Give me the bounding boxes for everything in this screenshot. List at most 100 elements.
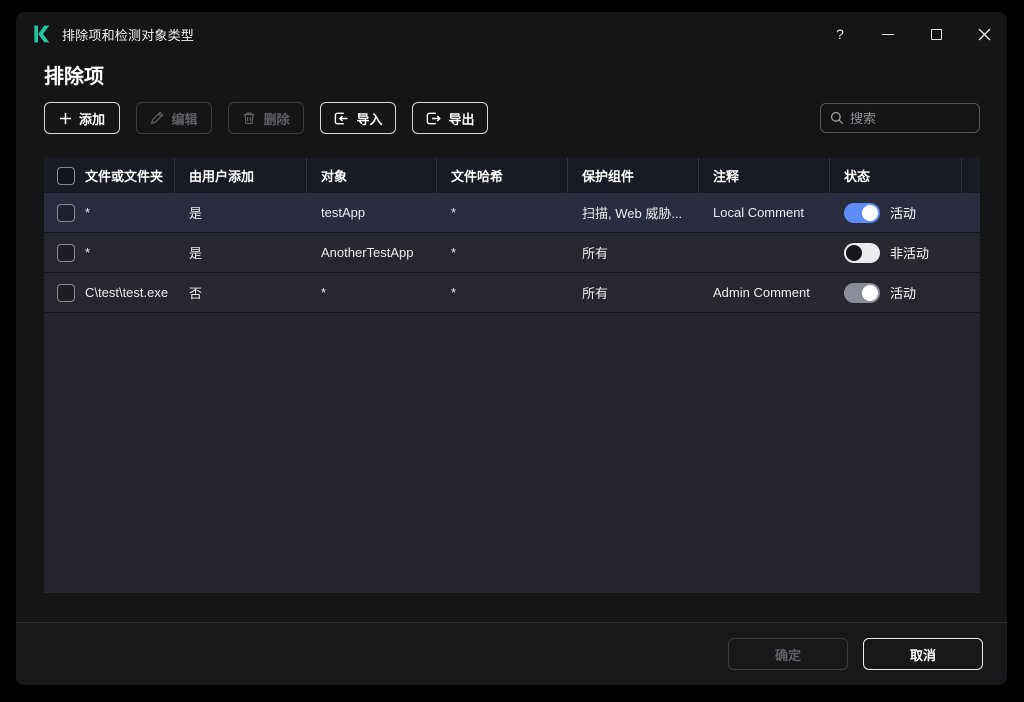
header-protection-components[interactable]: 保护组件: [568, 158, 699, 193]
toggle-knob: [846, 245, 862, 261]
search-icon: [830, 111, 844, 125]
protection-components-value: 扫描, Web 威胁...: [582, 203, 682, 222]
cell-status: 活动: [830, 273, 962, 312]
cell-file-or-folder: *: [44, 193, 175, 232]
cell-status: 非活动: [830, 233, 962, 272]
toggle-knob: [862, 285, 878, 301]
comment-value: Local Comment: [713, 205, 804, 220]
cancel-button[interactable]: 取消: [863, 638, 983, 670]
add-button[interactable]: 添加: [44, 102, 120, 134]
page-title: 排除项: [44, 60, 104, 89]
table-rows: * 是 testApp * 扫描, Web 威胁... Local Comment 活动 * 是…: [44, 193, 980, 313]
header-comment[interactable]: 注释: [699, 158, 830, 193]
cell-file-hash: *: [437, 233, 568, 272]
header-file-or-folder[interactable]: 文件或文件夹: [44, 158, 175, 193]
delete-button[interactable]: 删除: [228, 102, 304, 134]
ok-button-label: 确定: [775, 645, 801, 664]
table-row[interactable]: * 是 AnotherTestApp * 所有 非活动: [44, 233, 980, 273]
file-or-folder-value: *: [85, 205, 90, 220]
header-spacer: [962, 158, 980, 193]
cell-file-hash: *: [437, 193, 568, 232]
row-checkbox[interactable]: [57, 204, 75, 222]
comment-value: Admin Comment: [713, 285, 810, 300]
added-by-user-value: 否: [189, 283, 202, 302]
search-input[interactable]: [850, 111, 965, 126]
object-value: *: [321, 285, 326, 300]
cell-added-by-user: 否: [175, 273, 307, 312]
row-checkbox[interactable]: [57, 284, 75, 302]
add-button-label: 添加: [79, 109, 105, 128]
added-by-user-value: 是: [189, 203, 202, 222]
cell-added-by-user: 是: [175, 193, 307, 232]
file-or-folder-value: *: [85, 245, 90, 260]
cell-protection-components: 扫描, Web 威胁...: [568, 193, 699, 232]
table-row[interactable]: C\test\test.exe 否 * * 所有 Admin Comment 活动: [44, 273, 980, 313]
maximize-icon: [931, 29, 942, 40]
cell-comment: [699, 233, 830, 272]
status-label: 活动: [890, 203, 916, 222]
exclusions-dialog-window: 排除项和检测对象类型 ? 排除项 添加 编辑 删除 导入 导出: [16, 12, 1007, 685]
search-box[interactable]: [820, 103, 980, 133]
protection-components-value: 所有: [582, 283, 608, 302]
status-toggle[interactable]: [844, 203, 880, 223]
table-header: 文件或文件夹 由用户添加 对象 文件哈希 保护组件 注释 状态: [44, 158, 980, 193]
object-value: testApp: [321, 205, 365, 220]
cell-comment: Local Comment: [699, 193, 830, 232]
cell-object: *: [307, 273, 437, 312]
minimize-icon: [882, 34, 894, 35]
cell-object: testApp: [307, 193, 437, 232]
close-icon: [978, 28, 991, 41]
maximize-button[interactable]: [923, 21, 949, 47]
titlebar: 排除项和检测对象类型 ?: [16, 12, 1007, 56]
status-toggle[interactable]: [844, 243, 880, 263]
cell-protection-components: 所有: [568, 273, 699, 312]
exclusions-table: 文件或文件夹 由用户添加 对象 文件哈希 保护组件 注释 状态 * 是 testAp…: [44, 158, 980, 593]
header-added-by-user[interactable]: 由用户添加: [175, 158, 307, 193]
file-or-folder-value: C\test\test.exe: [85, 285, 168, 300]
header-object[interactable]: 对象: [307, 158, 437, 193]
kaspersky-logo-icon: [31, 24, 51, 44]
status-toggle[interactable]: [844, 283, 880, 303]
export-button[interactable]: 导出: [412, 102, 488, 134]
header-file-hash[interactable]: 文件哈希: [437, 158, 568, 193]
object-value: AnotherTestApp: [321, 245, 414, 260]
row-spacer: [962, 193, 980, 232]
trash-icon: [242, 111, 256, 125]
minimize-button[interactable]: [875, 21, 901, 47]
window-controls: ?: [827, 21, 997, 47]
export-button-label: 导出: [448, 109, 474, 128]
file-hash-value: *: [451, 285, 456, 300]
close-button[interactable]: [971, 21, 997, 47]
import-icon: [333, 111, 349, 126]
import-button[interactable]: 导入: [320, 102, 396, 134]
edit-button[interactable]: 编辑: [136, 102, 212, 134]
status-label: 活动: [890, 283, 916, 302]
toggle-knob: [862, 205, 878, 221]
cancel-button-label: 取消: [910, 645, 936, 664]
ok-button[interactable]: 确定: [728, 638, 848, 670]
file-hash-value: *: [451, 205, 456, 220]
pencil-icon: [150, 111, 164, 125]
table-row[interactable]: * 是 testApp * 扫描, Web 威胁... Local Comment 活动: [44, 193, 980, 233]
cell-added-by-user: 是: [175, 233, 307, 272]
cell-protection-components: 所有: [568, 233, 699, 272]
cell-status: 活动: [830, 193, 962, 232]
status-label: 非活动: [890, 243, 929, 262]
import-button-label: 导入: [356, 109, 382, 128]
row-checkbox[interactable]: [57, 244, 75, 262]
help-button[interactable]: ?: [827, 21, 853, 47]
row-spacer: [962, 233, 980, 272]
cell-comment: Admin Comment: [699, 273, 830, 312]
header-status[interactable]: 状态: [830, 158, 962, 193]
cell-file-hash: *: [437, 273, 568, 312]
select-all-checkbox[interactable]: [57, 167, 75, 185]
added-by-user-value: 是: [189, 243, 202, 262]
footer-bar: 确定 取消: [16, 622, 1007, 685]
protection-components-value: 所有: [582, 243, 608, 262]
edit-button-label: 编辑: [171, 109, 197, 128]
plus-icon: [59, 112, 72, 125]
delete-button-label: 删除: [263, 109, 289, 128]
cell-file-or-folder: *: [44, 233, 175, 272]
row-spacer: [962, 273, 980, 312]
cell-file-or-folder: C\test\test.exe: [44, 273, 175, 312]
